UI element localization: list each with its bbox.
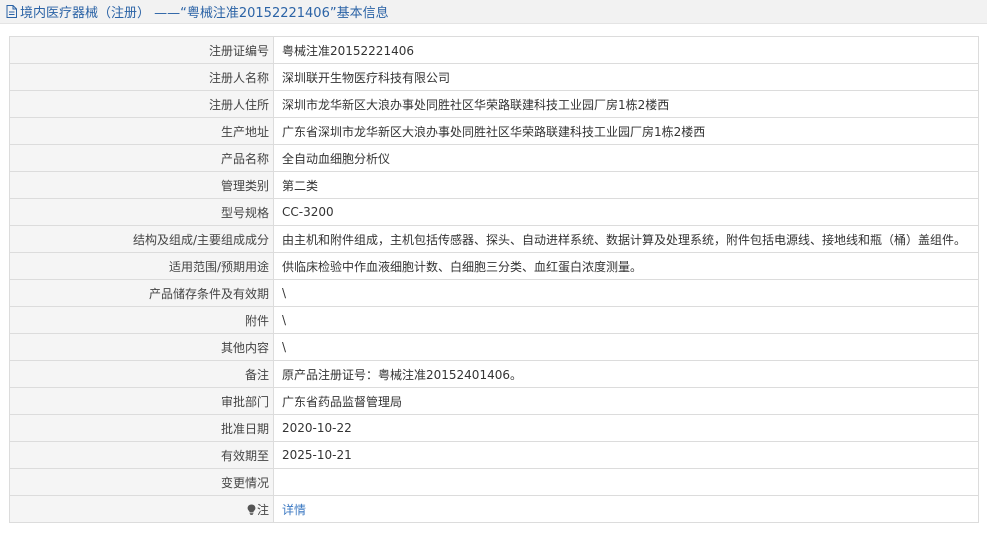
table-row: 生产地址 广东省深圳市龙华新区大浪办事处同胜社区华荣路联建科技工业园厂房1栋2楼… <box>9 117 979 145</box>
field-value: \ <box>273 306 979 334</box>
table-row: 适用范围/预期用途 供临床检验中作血液细胞计数、白细胞三分类、血红蛋白浓度测量。 <box>9 252 979 280</box>
note-label-cell: 注 <box>9 495 274 523</box>
field-label: 备注 <box>9 360 274 388</box>
table-row: 审批部门 广东省药品监督管理局 <box>9 387 979 415</box>
table-row: 结构及组成/主要组成成分 由主机和附件组成，主机包括传感器、探头、自动进样系统、… <box>9 225 979 253</box>
field-value: 2020-10-22 <box>273 414 979 442</box>
details-link[interactable]: 详情 <box>282 503 306 517</box>
table-row: 变更情况 <box>9 468 979 496</box>
note-value-cell: 详情 <box>273 495 979 523</box>
field-label: 型号规格 <box>9 198 274 226</box>
field-value: 2025-10-21 <box>273 441 979 469</box>
field-label: 生产地址 <box>9 117 274 145</box>
field-label: 附件 <box>9 306 274 334</box>
field-label: 审批部门 <box>9 387 274 415</box>
field-value: 供临床检验中作血液细胞计数、白细胞三分类、血红蛋白浓度测量。 <box>273 252 979 280</box>
page-header: 境内医疗器械（注册） ——“粤械注准20152221406”基本信息 <box>0 0 987 24</box>
field-value: 深圳联开生物医疗科技有限公司 <box>273 63 979 91</box>
field-value: 由主机和附件组成，主机包括传感器、探头、自动进样系统、数据计算及处理系统，附件包… <box>273 225 979 253</box>
field-label: 批准日期 <box>9 414 274 442</box>
field-label: 产品名称 <box>9 144 274 172</box>
table-row: 有效期至 2025-10-21 <box>9 441 979 469</box>
note-row: 注 详情 <box>9 495 979 523</box>
table-row: 注册人名称 深圳联开生物医疗科技有限公司 <box>9 63 979 91</box>
table-row: 批准日期 2020-10-22 <box>9 414 979 442</box>
field-value: \ <box>273 333 979 361</box>
table-row: 其他内容 \ <box>9 333 979 361</box>
field-label: 变更情况 <box>9 468 274 496</box>
field-value <box>273 468 979 496</box>
page-title: 境内医疗器械（注册） ——“粤械注准20152221406”基本信息 <box>20 6 389 21</box>
field-value: 全自动血细胞分析仪 <box>273 144 979 172</box>
field-label: 其他内容 <box>9 333 274 361</box>
field-value: \ <box>273 279 979 307</box>
field-label: 注册人名称 <box>9 63 274 91</box>
field-label: 注册人住所 <box>9 90 274 118</box>
table-row: 型号规格 CC-3200 <box>9 198 979 226</box>
field-value: CC-3200 <box>273 198 979 226</box>
field-label: 结构及组成/主要组成成分 <box>9 225 274 253</box>
note-label: 注 <box>256 502 269 517</box>
field-value: 原产品注册证号：粤械注准20152401406。 <box>273 360 979 388</box>
field-label: 产品储存条件及有效期 <box>9 279 274 307</box>
field-label: 有效期至 <box>9 441 274 469</box>
table-row: 附件 \ <box>9 306 979 334</box>
field-label: 注册证编号 <box>9 36 274 64</box>
table-row: 管理类别 第二类 <box>9 171 979 199</box>
field-value: 广东省深圳市龙华新区大浪办事处同胜社区华荣路联建科技工业园厂房1栋2楼西 <box>273 117 979 145</box>
lightbulb-icon <box>247 504 256 518</box>
table-row: 产品名称 全自动血细胞分析仪 <box>9 144 979 172</box>
table-row: 产品储存条件及有效期 \ <box>9 279 979 307</box>
field-value: 广东省药品监督管理局 <box>273 387 979 415</box>
field-label: 管理类别 <box>9 171 274 199</box>
registration-info-table: 注册证编号 粤械注准20152221406 注册人名称 深圳联开生物医疗科技有限… <box>9 36 979 523</box>
document-icon <box>6 5 17 18</box>
field-value: 深圳市龙华新区大浪办事处同胜社区华荣路联建科技工业园厂房1栋2楼西 <box>273 90 979 118</box>
field-value: 粤械注准20152221406 <box>273 36 979 64</box>
table-row: 备注 原产品注册证号：粤械注准20152401406。 <box>9 360 979 388</box>
table-row: 注册证编号 粤械注准20152221406 <box>9 36 979 64</box>
field-label: 适用范围/预期用途 <box>9 252 274 280</box>
field-value: 第二类 <box>273 171 979 199</box>
table-row: 注册人住所 深圳市龙华新区大浪办事处同胜社区华荣路联建科技工业园厂房1栋2楼西 <box>9 90 979 118</box>
